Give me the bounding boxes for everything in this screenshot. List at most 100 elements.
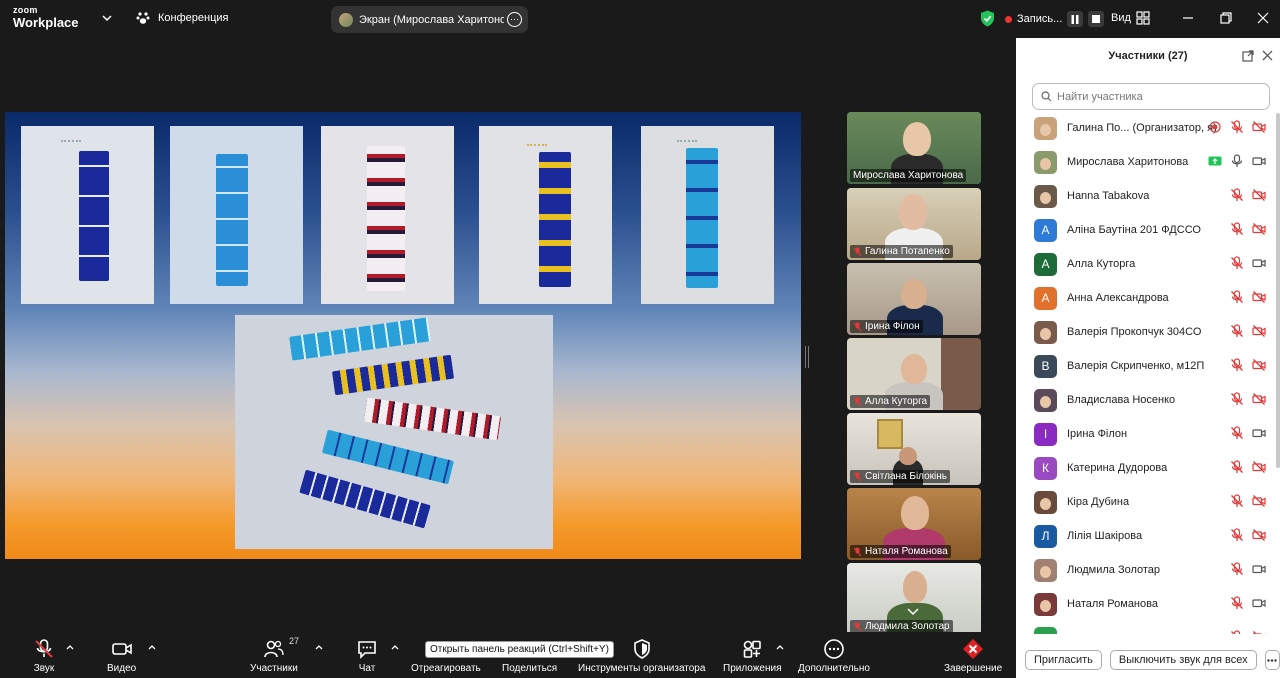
end-call-icon bbox=[963, 639, 984, 659]
chat-options-caret-icon[interactable] bbox=[391, 644, 399, 650]
participant-row[interactable]: Мирослава Харитонова bbox=[1016, 145, 1280, 179]
zoom-logo: zoom Workplace bbox=[13, 6, 79, 30]
participant-list-scrollbar[interactable] bbox=[1276, 113, 1280, 468]
tile-name: Галина Потапенко bbox=[865, 246, 950, 257]
participant-row[interactable]: Галина По... (Организатор, я) bbox=[1016, 111, 1280, 145]
video-off-icon[interactable] bbox=[1252, 392, 1266, 409]
video-tile[interactable]: Галина Потапенко bbox=[847, 188, 981, 260]
video-on-icon[interactable] bbox=[1252, 426, 1266, 443]
video-on-icon[interactable] bbox=[1252, 154, 1266, 171]
video-tile[interactable]: Мирослава Харитонова bbox=[847, 112, 981, 184]
participant-row[interactable]: І Ірина Філон bbox=[1016, 417, 1280, 451]
stop-recording-button[interactable] bbox=[1088, 11, 1105, 27]
participant-row[interactable]: Людмила Золотар bbox=[1016, 553, 1280, 587]
mic-off-icon[interactable] bbox=[1230, 459, 1244, 477]
mic-off-icon bbox=[853, 247, 862, 256]
video-off-icon[interactable] bbox=[1252, 494, 1266, 511]
popout-icon[interactable] bbox=[1242, 50, 1254, 62]
video-button[interactable]: Видео bbox=[107, 638, 136, 674]
participant-search[interactable] bbox=[1032, 83, 1270, 110]
participant-row[interactable]: К Катерина Дудорова bbox=[1016, 451, 1280, 485]
conference-menu[interactable]: Конференция bbox=[136, 11, 228, 25]
mic-on-icon[interactable] bbox=[1230, 153, 1244, 171]
participant-row[interactable]: Кіра Дубина bbox=[1016, 485, 1280, 519]
more-button[interactable]: Дополнительно bbox=[798, 638, 870, 674]
participant-row[interactable]: В Валерія Скрипченко, м12П bbox=[1016, 349, 1280, 383]
split-divider-handle[interactable] bbox=[805, 346, 809, 368]
video-tile[interactable]: Людмила Золотар bbox=[847, 563, 981, 635]
video-on-icon[interactable] bbox=[1252, 596, 1266, 613]
chevron-down-icon[interactable] bbox=[906, 606, 920, 618]
mic-off-icon[interactable] bbox=[1230, 119, 1244, 137]
video-off-icon[interactable] bbox=[1252, 528, 1266, 545]
participant-status-icons bbox=[1208, 153, 1266, 171]
invite-button[interactable]: Пригласить bbox=[1025, 650, 1102, 670]
search-input[interactable] bbox=[1057, 90, 1257, 103]
chevron-down-icon[interactable] bbox=[101, 12, 113, 24]
video-tile[interactable]: Алла Куторга bbox=[847, 338, 981, 410]
mic-off-icon[interactable] bbox=[1230, 595, 1244, 613]
participant-status-icons bbox=[1230, 629, 1266, 634]
video-off-icon[interactable] bbox=[1252, 460, 1266, 477]
mic-off-icon[interactable] bbox=[1230, 187, 1244, 205]
participant-row[interactable] bbox=[1016, 621, 1280, 634]
participant-row[interactable]: Наталя Романова bbox=[1016, 587, 1280, 621]
mic-off-icon[interactable] bbox=[1230, 425, 1244, 443]
security-shield-icon[interactable] bbox=[980, 10, 995, 27]
mic-off-icon[interactable] bbox=[1230, 391, 1244, 409]
close-window-icon[interactable] bbox=[1256, 11, 1270, 25]
participant-row[interactable]: Валерія Прокопчук 304СО bbox=[1016, 315, 1280, 349]
more-options-button[interactable] bbox=[1264, 650, 1280, 670]
participant-row[interactable]: А Анна Александрова bbox=[1016, 281, 1280, 315]
close-icon[interactable] bbox=[1262, 50, 1273, 61]
screen-share-indicator[interactable]: Экран (Мирослава Харитонова ··· bbox=[331, 6, 528, 33]
video-off-icon[interactable] bbox=[1252, 324, 1266, 341]
restore-icon[interactable] bbox=[1219, 11, 1233, 25]
audio-label: Звук bbox=[33, 663, 55, 674]
participant-row[interactable]: Нanna Tabakova bbox=[1016, 179, 1280, 213]
audio-options-caret-icon[interactable] bbox=[66, 644, 74, 650]
video-off-icon[interactable] bbox=[1252, 120, 1266, 137]
mute-all-button[interactable]: Выключить звук для всех bbox=[1109, 650, 1257, 670]
video-off-icon[interactable] bbox=[1252, 188, 1266, 205]
pause-recording-button[interactable] bbox=[1067, 11, 1084, 27]
mic-off-icon[interactable] bbox=[1230, 289, 1244, 307]
participant-letter-avatar: Л bbox=[1034, 524, 1057, 548]
end-meeting-button[interactable]: Завершение bbox=[944, 638, 1002, 674]
video-off-icon[interactable] bbox=[1252, 222, 1266, 239]
video-tile[interactable]: Наталя Романова bbox=[847, 488, 981, 560]
mic-off-icon[interactable] bbox=[1230, 323, 1244, 341]
avatar-letter: Л bbox=[1041, 529, 1050, 543]
apps-options-caret-icon[interactable] bbox=[776, 644, 784, 650]
more-options-icon[interactable]: ··· bbox=[507, 12, 522, 27]
participant-row[interactable]: Владислава Носенко bbox=[1016, 383, 1280, 417]
mic-off-icon[interactable] bbox=[1230, 493, 1244, 511]
video-off-icon[interactable] bbox=[1252, 290, 1266, 307]
video-on-icon[interactable] bbox=[1252, 562, 1266, 579]
video-tile[interactable]: Світлана Білокінь bbox=[847, 413, 981, 485]
apps-button[interactable]: Приложения bbox=[723, 638, 782, 674]
participant-row[interactable]: А Аліна Баутіна 201 ФДССО bbox=[1016, 213, 1280, 247]
mic-off-icon[interactable] bbox=[1230, 629, 1244, 634]
mic-off-icon bbox=[853, 622, 862, 631]
mic-off-icon[interactable] bbox=[1230, 527, 1244, 545]
participant-row[interactable]: А Алла Куторга bbox=[1016, 247, 1280, 281]
minimize-icon[interactable] bbox=[1181, 11, 1195, 25]
video-off-icon[interactable] bbox=[1252, 358, 1266, 375]
mic-off-icon[interactable] bbox=[1230, 357, 1244, 375]
participant-status-icons bbox=[1230, 221, 1266, 239]
mic-off-icon[interactable] bbox=[1230, 561, 1244, 579]
participant-status-icons bbox=[1230, 493, 1266, 511]
chat-button[interactable]: Чат bbox=[356, 638, 378, 674]
mic-off-icon[interactable] bbox=[1230, 221, 1244, 239]
camera-icon bbox=[111, 643, 132, 655]
video-off-icon[interactable] bbox=[1252, 630, 1266, 634]
video-tile[interactable]: Ірина Філон bbox=[847, 263, 981, 335]
participants-options-caret-icon[interactable] bbox=[315, 644, 323, 650]
video-on-icon[interactable] bbox=[1252, 256, 1266, 273]
view-menu[interactable]: Вид bbox=[1111, 11, 1150, 25]
participant-row[interactable]: Л Лілія Шакірова bbox=[1016, 519, 1280, 553]
video-options-caret-icon[interactable] bbox=[148, 644, 156, 650]
audio-button[interactable]: Звук bbox=[33, 638, 55, 674]
mic-off-icon[interactable] bbox=[1230, 255, 1244, 273]
